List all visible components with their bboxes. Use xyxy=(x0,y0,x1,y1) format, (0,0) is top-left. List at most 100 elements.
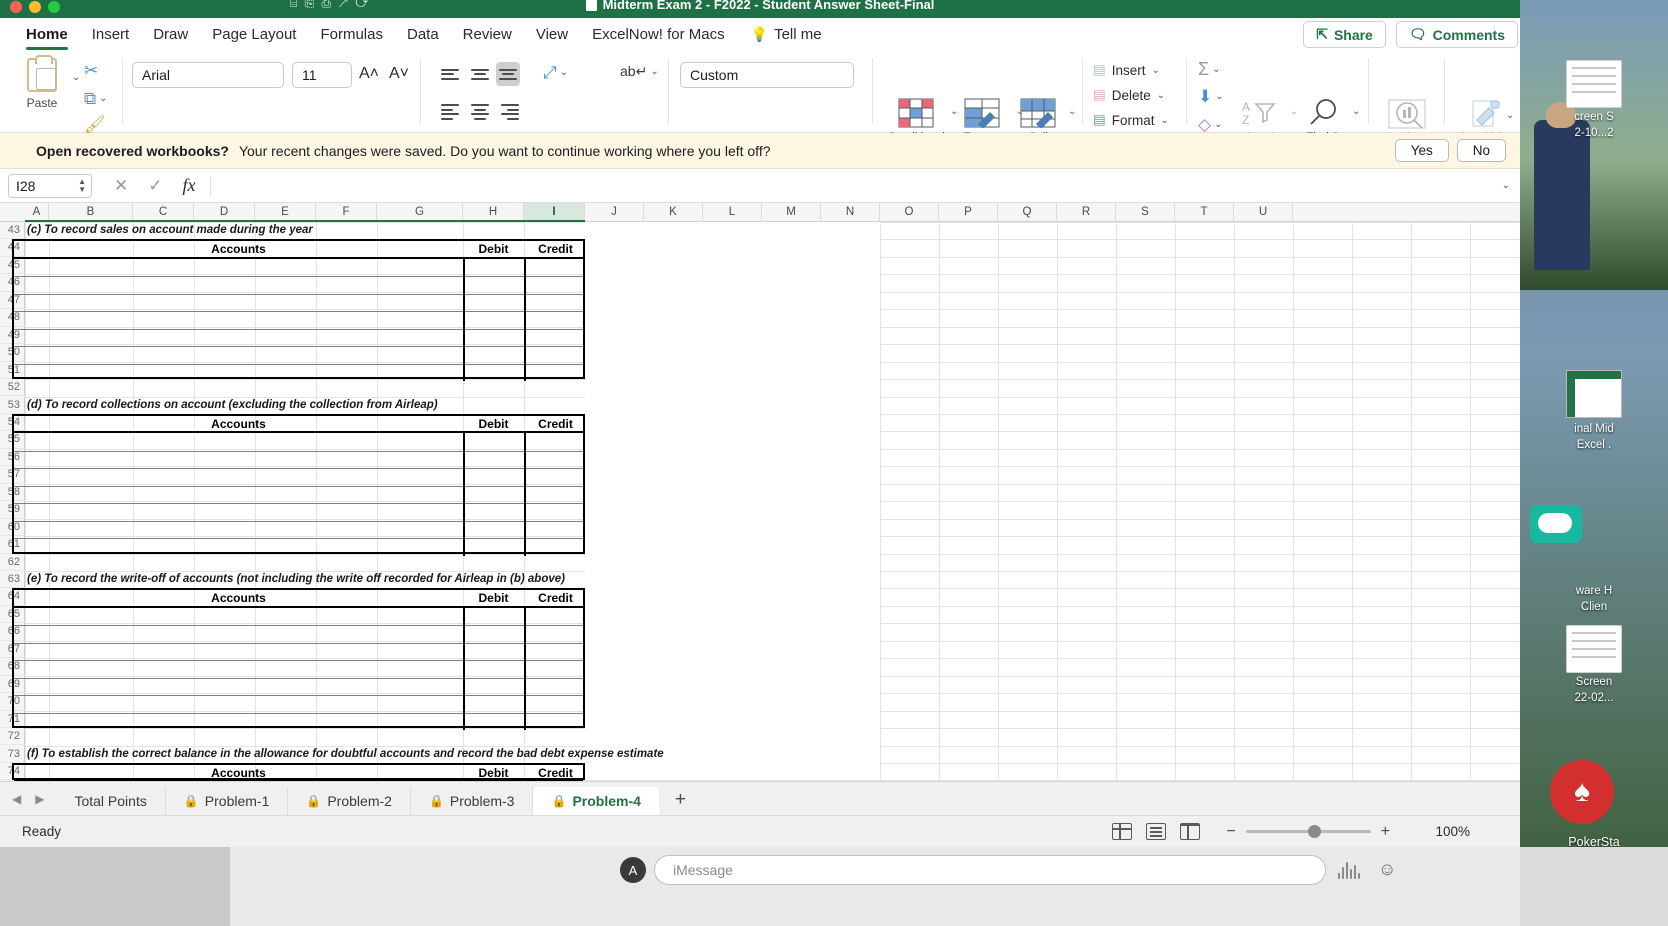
cancel-x-icon[interactable]: ✕ xyxy=(114,176,128,196)
pokerstars-icon[interactable]: ♠ xyxy=(1550,760,1614,824)
tab-view[interactable]: View xyxy=(524,23,580,45)
expand-formula-bar-icon[interactable]: ⌄ xyxy=(1502,180,1510,191)
emoji-smiley-icon[interactable]: ☺ xyxy=(1378,859,1396,880)
zoom-in-plus-icon[interactable]: + xyxy=(1381,823,1390,841)
tell-me-search[interactable]: 💡 Tell me xyxy=(737,26,822,43)
tab-draw[interactable]: Draw xyxy=(141,23,200,45)
delete-chevron-down-icon[interactable]: ⌄ xyxy=(1157,90,1165,101)
font-size-select[interactable]: 11 xyxy=(292,62,352,88)
row-header-63[interactable]: 63 xyxy=(0,571,25,589)
insert-cells-button[interactable]: ▤ Insert ⌄ xyxy=(1093,62,1160,78)
fill-button[interactable]: ⬇ ⌄ xyxy=(1198,88,1224,105)
journal-entry-table[interactable]: Accounts Debit Credit xyxy=(12,762,585,781)
text-orientation-icon[interactable]: ⤢ ⌄ xyxy=(543,64,568,81)
tab-data[interactable]: Data xyxy=(395,23,451,45)
imessage-input[interactable]: iMessage xyxy=(654,855,1326,885)
align-right-icon[interactable] xyxy=(498,102,522,122)
sheet-nav-arrows[interactable]: ◀ ▶ xyxy=(0,792,56,815)
paste-button[interactable]: Paste xyxy=(14,55,70,110)
cut-button[interactable]: ✂ xyxy=(84,62,98,79)
format-cells-button[interactable]: ▤ Format ⌄ xyxy=(1093,112,1169,128)
row-header-43[interactable]: 43 xyxy=(0,222,25,240)
column-header-p[interactable]: P xyxy=(939,203,998,222)
spreadsheet-grid[interactable]: ABCDEFGHIJKLMNOPQRSTU 43 44 45 46 47 48 49 50 51… xyxy=(0,203,1520,781)
column-header-l[interactable]: L xyxy=(703,203,762,222)
column-header-u[interactable]: U xyxy=(1234,203,1293,222)
desktop-item-screenshot-2[interactable]: Screen 22-02... xyxy=(1530,625,1658,705)
insert-chevron-down-icon[interactable]: ⌄ xyxy=(1152,65,1160,76)
desktop-item-screenshot-1[interactable]: creen S 2-10...2 xyxy=(1530,60,1658,140)
column-header-q[interactable]: Q xyxy=(998,203,1057,222)
sensitivity-chevron-down-icon[interactable]: ⌄ xyxy=(1506,110,1514,121)
cell-styles-chevron-down-icon[interactable]: ⌄ xyxy=(1068,106,1076,117)
row-header-62[interactable]: 62 xyxy=(0,554,25,571)
fill-chevron-down-icon[interactable]: ⌄ xyxy=(1215,91,1223,102)
column-header-k[interactable]: K xyxy=(644,203,703,222)
row-header-72[interactable]: 72 xyxy=(0,728,25,746)
autosum-chevron-down-icon[interactable]: ⌄ xyxy=(1212,64,1220,75)
name-box[interactable]: I28 ▲ ▼ xyxy=(8,173,92,198)
autosum-button[interactable]: Σ ⌄ xyxy=(1198,60,1221,78)
font-family-select[interactable]: Arial xyxy=(132,62,284,88)
format-painter-button[interactable]: 🖌 xyxy=(84,116,106,133)
number-format-select[interactable]: Custom xyxy=(680,62,854,88)
copy-chevron-down-icon[interactable]: ⌄ xyxy=(99,93,107,104)
paste-options-chevron-down-icon[interactable]: ⌄ xyxy=(72,72,80,83)
recovery-yes-button[interactable]: Yes xyxy=(1394,139,1449,162)
sheet-tab-problem-3[interactable]: 🔒 Problem-3 xyxy=(411,787,534,815)
copy-button[interactable]: ⧉ ⌄ xyxy=(84,90,108,107)
align-center-icon[interactable] xyxy=(468,102,492,122)
tab-formulas[interactable]: Formulas xyxy=(308,23,395,45)
row-header-52[interactable]: 52 xyxy=(0,379,25,397)
column-header-s[interactable]: S xyxy=(1116,203,1175,222)
column-header-o[interactable]: O xyxy=(880,203,939,222)
column-header-m[interactable]: M xyxy=(762,203,821,222)
align-middle-icon[interactable] xyxy=(468,64,492,84)
previous-sheet-arrow-icon[interactable]: ◀ xyxy=(12,792,21,806)
clear-button[interactable]: ◇ ⌄ xyxy=(1198,116,1222,133)
audio-waveform-icon[interactable] xyxy=(1338,861,1360,879)
next-sheet-arrow-icon[interactable]: ▶ xyxy=(35,792,44,806)
column-header-n[interactable]: N xyxy=(821,203,880,222)
tab-excelnow-for-macs[interactable]: ExcelNow! for Macs xyxy=(580,23,737,45)
column-header-r[interactable]: R xyxy=(1057,203,1116,222)
zoom-slider[interactable]: − + xyxy=(1226,823,1390,841)
journal-entry-table[interactable]: Accounts Debit Credit xyxy=(12,588,585,731)
grid-cells[interactable]: (c) To record sales on account made duri… xyxy=(12,222,1520,781)
sheet-tab-problem-4[interactable]: 🔒 Problem-4 xyxy=(533,787,659,815)
desktop-item-cloud-app[interactable]: ware H Clien xyxy=(1530,505,1658,614)
decrease-font-size-icon[interactable]: A˅ xyxy=(388,65,410,83)
zoom-out-minus-icon[interactable]: − xyxy=(1226,823,1235,841)
sheet-tab-problem-2[interactable]: 🔒 Problem-2 xyxy=(288,787,411,815)
share-button[interactable]: ⇱ Share xyxy=(1303,21,1386,48)
delete-cells-button[interactable]: ▤ Delete ⌄ xyxy=(1093,87,1165,103)
align-bottom-icon[interactable] xyxy=(496,62,520,86)
clear-chevron-down-icon[interactable]: ⌄ xyxy=(1214,119,1222,130)
zoom-knob[interactable] xyxy=(1307,825,1321,838)
column-header-j[interactable]: J xyxy=(585,203,644,222)
row-header-53[interactable]: 53 xyxy=(0,397,25,414)
tab-page-layout[interactable]: Page Layout xyxy=(200,23,308,45)
desktop-item-excel-file[interactable]: inal Mid Excel . xyxy=(1530,370,1658,452)
add-sheet-plus-icon[interactable]: + xyxy=(659,789,702,815)
tab-insert[interactable]: Insert xyxy=(80,23,142,45)
format-chevron-down-icon[interactable]: ⌄ xyxy=(1161,115,1169,126)
name-box-spinner-icon[interactable]: ▲ ▼ xyxy=(78,177,86,194)
page-layout-view-icon[interactable] xyxy=(1146,823,1166,840)
recovery-no-button[interactable]: No xyxy=(1456,139,1506,162)
journal-entry-table[interactable]: Accounts Debit Credit xyxy=(12,239,585,382)
align-left-icon[interactable] xyxy=(438,102,462,122)
confirm-check-icon[interactable]: ✓ xyxy=(148,176,162,196)
find-select-chevron-down-icon[interactable]: ⌄ xyxy=(1352,106,1360,117)
normal-view-icon[interactable] xyxy=(1112,823,1132,840)
zoom-track[interactable] xyxy=(1245,825,1371,838)
wrap-text-button[interactable]: ab↵ ⌄ xyxy=(620,64,659,78)
increase-font-size-icon[interactable]: A˄ xyxy=(358,65,380,83)
sheet-tab-problem-1[interactable]: 🔒 Problem-1 xyxy=(166,787,289,815)
comments-button[interactable]: 🗨 Comments xyxy=(1395,21,1518,48)
insert-function-fx-icon[interactable]: fx xyxy=(183,175,196,196)
sheet-tab-total-points[interactable]: Total Points xyxy=(56,787,166,815)
formula-input[interactable] xyxy=(209,175,1502,196)
tab-review[interactable]: Review xyxy=(451,23,524,45)
column-header-t[interactable]: T xyxy=(1175,203,1234,222)
